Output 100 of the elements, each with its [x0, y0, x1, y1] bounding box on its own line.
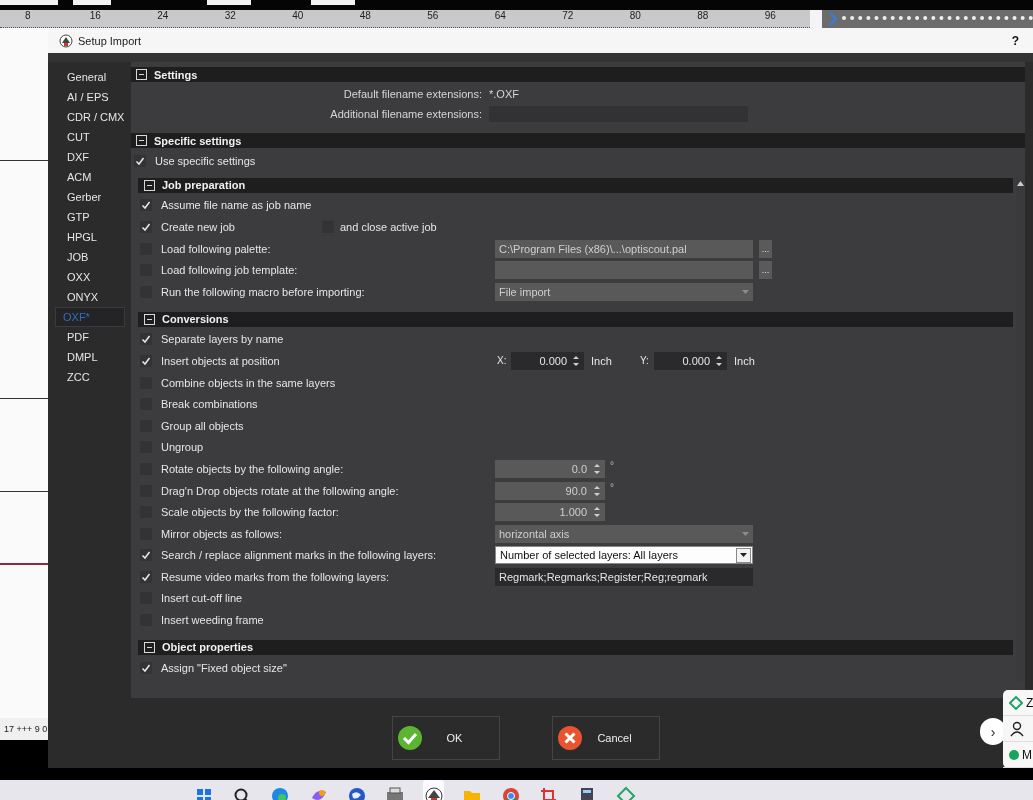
number-value: 0.000 — [539, 354, 567, 367]
checkbox[interactable] — [140, 354, 152, 367]
checkbox[interactable] — [140, 570, 152, 583]
option-label: Load following job template: — [161, 264, 298, 277]
ruler-number: 56 — [426, 10, 440, 23]
scroll-up-icon[interactable] — [1017, 181, 1024, 186]
globe-icon — [347, 786, 368, 800]
collapse-icon[interactable] — [144, 179, 155, 191]
option-label: Create new job — [161, 221, 235, 233]
checkbox[interactable] — [140, 333, 152, 346]
option-label: Insert weeding frame — [161, 614, 264, 627]
toolbar-field[interactable] — [0, 0, 58, 5]
option-label: Break combinations — [161, 398, 258, 411]
dropdown-value: File import — [499, 285, 551, 298]
number-field[interactable]: 0.000 — [511, 351, 584, 370]
option-label: Resume video marks from the following layers: — [161, 570, 390, 583]
checkbox[interactable] — [140, 221, 152, 233]
dropdown-value: horizontal axis — [499, 527, 570, 540]
cancel-button[interactable]: Cancel — [551, 716, 660, 760]
option-label: Run the following macro before importing: — [161, 285, 365, 298]
number-value: 1.000 — [559, 506, 587, 519]
sidebar-item[interactable]: OXX — [55, 267, 125, 287]
ok-button[interactable]: OK — [391, 716, 500, 760]
option-label: Insert objects at position — [161, 354, 280, 367]
section-header[interactable]: Conversions — [138, 311, 1013, 327]
option-label: Load following palette: — [161, 242, 271, 255]
sidebar-item[interactable]: CDR / CMX — [55, 107, 125, 127]
checkbox[interactable] — [140, 549, 152, 562]
sidebar-item[interactable]: PDF — [55, 327, 125, 347]
widget-letter: Z — [1026, 695, 1033, 710]
section-header[interactable]: Job preparation — [138, 177, 1013, 193]
toolbar-field[interactable] — [73, 0, 111, 5]
sidebar-item[interactable]: Gerber — [55, 187, 125, 207]
ruler-number: 40 — [291, 10, 305, 23]
emblem-icon — [423, 786, 444, 800]
sidebar-item[interactable]: HPGL — [55, 227, 125, 247]
close-icon — [556, 725, 583, 751]
text-field[interactable]: Regmark;Regmarks;Register;Reg;regmark — [495, 567, 753, 586]
collapse-icon[interactable] — [136, 135, 147, 146]
unit-label: Inch — [734, 354, 756, 367]
window-title: Setup Import — [78, 34, 142, 47]
caret-icon — [740, 553, 747, 558]
dropdown-value: Number of selected layers: All layers — [500, 549, 678, 562]
person-icon[interactable] — [1009, 720, 1025, 737]
collapse-icon[interactable] — [144, 313, 155, 325]
field-label: Additional filename extensions: — [329, 108, 482, 120]
checkbox[interactable] — [140, 661, 152, 674]
section-title: Conversions — [162, 313, 229, 326]
section-header[interactable]: Object properties — [138, 639, 1013, 655]
section-header[interactable]: Specific settings — [131, 133, 1025, 148]
diamond-icon — [615, 786, 636, 800]
sidebar-item[interactable]: General — [55, 67, 125, 87]
option-label: Scale objects by the following factor: — [161, 506, 339, 519]
emblem-icon — [59, 33, 73, 48]
toolbar-field[interactable] — [207, 0, 251, 5]
number-value: 90.0 — [565, 484, 587, 497]
unit-label: ° — [610, 481, 614, 493]
ruler-number: 32 — [223, 10, 237, 23]
section-title: Job preparation — [162, 179, 246, 192]
diamond-icon — [1009, 695, 1023, 710]
toolbar-field[interactable] — [311, 0, 355, 5]
wheel-icon — [500, 786, 521, 800]
sidebar-item[interactable]: DXF — [55, 147, 125, 167]
sidebar-item[interactable]: DMPL — [55, 347, 125, 367]
ruler-number: 8 — [23, 10, 32, 23]
collapse-icon[interactable] — [144, 641, 155, 653]
taskbar-button[interactable] — [423, 780, 445, 800]
ruler-number: 80 — [628, 10, 642, 23]
collapse-icon[interactable] — [136, 69, 147, 80]
checkmark-icon — [396, 725, 423, 751]
option-label: Insert cut-off line — [161, 592, 243, 605]
section-title: Object properties — [162, 641, 254, 654]
checkbox[interactable] — [134, 154, 146, 167]
sidebar-item[interactable]: GTP — [55, 207, 125, 227]
status-dot-icon — [1009, 749, 1019, 760]
sidebar-item[interactable]: JOB — [55, 247, 125, 267]
option-label: Separate layers by name — [161, 333, 284, 346]
option-label: and close active job — [340, 221, 437, 233]
ruler-number: 48 — [358, 10, 372, 23]
dropdown-button[interactable] — [736, 547, 751, 563]
ruler-number: 64 — [493, 10, 507, 23]
sidebar-item[interactable]: CUT — [55, 127, 125, 147]
sidebar-item[interactable]: ONYX — [55, 287, 125, 307]
number-value: 0.0 — [571, 462, 587, 475]
sidebar-item[interactable]: AI / EPS — [55, 87, 125, 107]
sidebar-item[interactable]: ACM — [55, 167, 125, 187]
dropdown[interactable]: Number of selected layers: All layers — [495, 546, 753, 565]
spin-buttons[interactable] — [572, 353, 580, 368]
section-header[interactable]: Settings — [131, 67, 1025, 82]
sidebar-item[interactable]: ZCC — [55, 367, 125, 387]
widget-letter: M — [1022, 747, 1032, 762]
section-title: Settings — [154, 68, 198, 81]
spin-buttons[interactable] — [715, 353, 723, 368]
ruler-number: 16 — [88, 10, 102, 23]
number-field[interactable]: 0.000 — [654, 351, 727, 370]
checkbox[interactable] — [140, 199, 152, 212]
help-button[interactable]: ? — [1007, 33, 1023, 48]
option-label: Group all objects — [161, 419, 244, 432]
caret-icon — [742, 289, 749, 294]
status-text: 17 +++ 9 0 — [3, 724, 48, 734]
